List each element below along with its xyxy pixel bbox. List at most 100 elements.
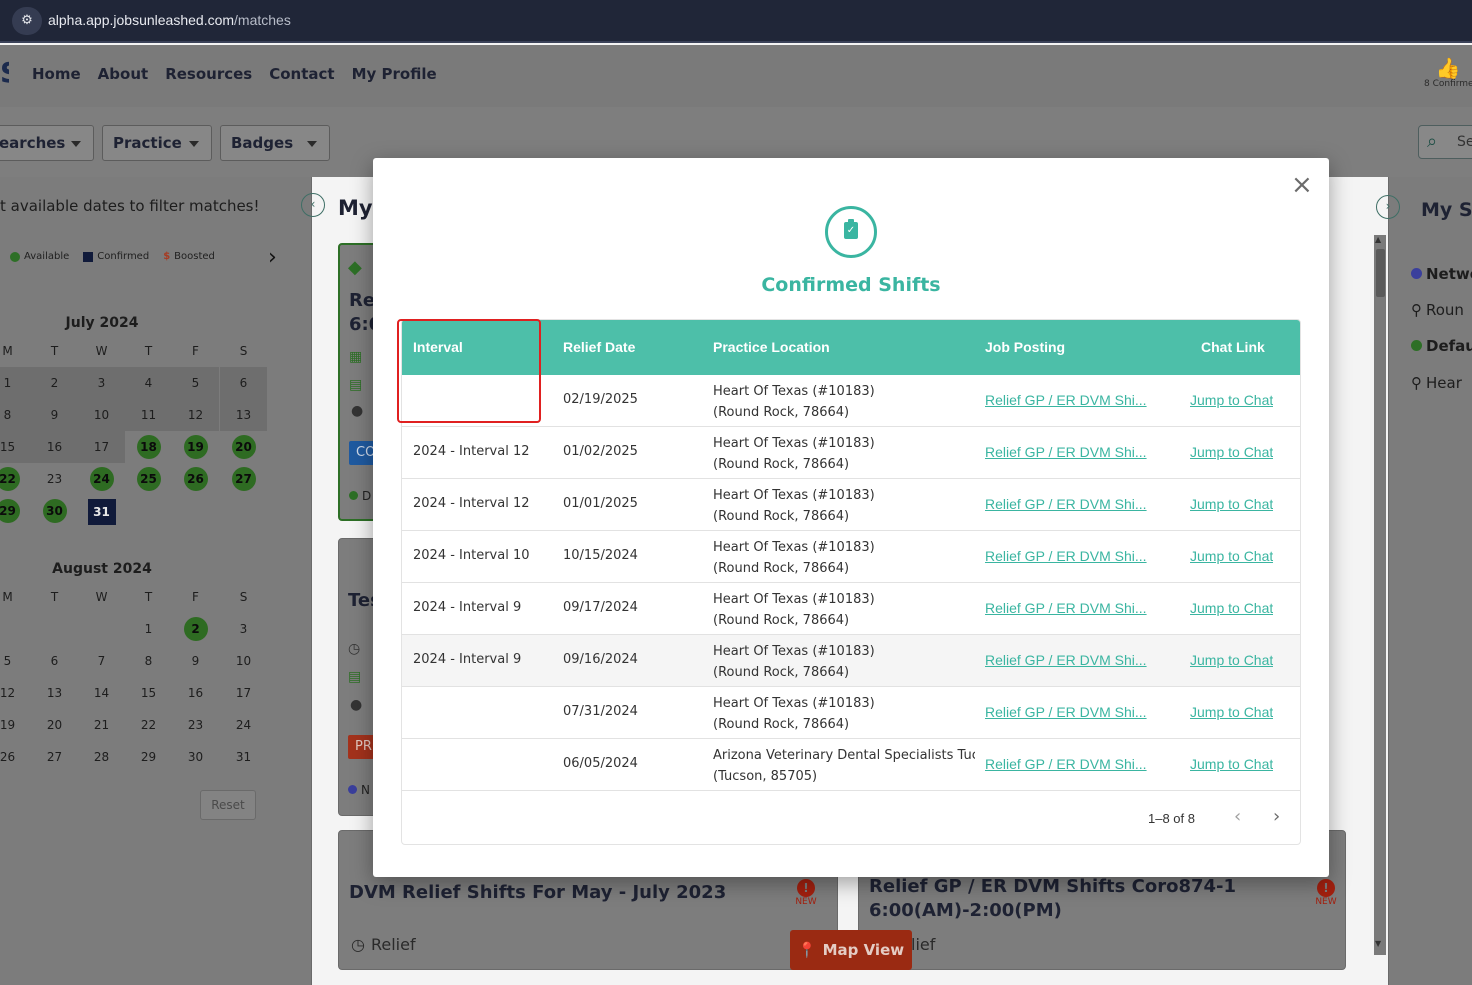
calendar-day[interactable]: 30 [172,741,219,773]
calendar-day[interactable]: 21 [78,709,125,741]
calendar-day[interactable]: 8 [0,399,31,431]
calendar-day[interactable]: 7 [78,645,125,677]
collapse-right-panel-button[interactable]: › [1376,195,1400,219]
nav-resources[interactable]: Resources [165,65,252,83]
job-posting-link[interactable]: Relief GP / ER DVM Shi... [985,548,1153,564]
calendar-day[interactable]: 24 [78,463,125,495]
calendar-day[interactable]: 10 [220,645,267,677]
calendar-day[interactable]: 10 [78,399,125,431]
calendar-day[interactable]: 23 [172,709,219,741]
jump-to-chat-link[interactable]: Jump to Chat [1190,392,1273,408]
calendar-day[interactable]: 31 [220,741,267,773]
job-posting-link[interactable]: Relief GP / ER DVM Shi... [985,600,1153,616]
calendar-day[interactable]: 13 [220,399,267,431]
nav-my-profile[interactable]: My Profile [352,65,437,83]
site-settings-icon[interactable]: ⚙ [12,7,42,35]
calendar-day[interactable]: 26 [172,463,219,495]
job-posting-link[interactable]: Relief GP / ER DVM Shi... [985,704,1153,720]
calendar-day[interactable]: 9 [31,399,78,431]
calendar-day[interactable]: 1 [0,367,31,399]
nav-about[interactable]: About [98,65,149,83]
calendar-day[interactable]: 1 [125,613,172,645]
calendar-day[interactable]: 3 [220,613,267,645]
job-posting-link[interactable]: Relief GP / ER DVM Shi... [985,756,1153,772]
jump-to-chat-link[interactable]: Jump to Chat [1190,652,1273,668]
calendar-day[interactable]: 26 [0,741,31,773]
job-posting-link[interactable]: Relief GP / ER DVM Shi... [985,652,1153,668]
nav-home[interactable]: Home [32,65,81,83]
jump-to-chat-link[interactable]: Jump to Chat [1190,704,1273,720]
job-posting-link[interactable]: Relief GP / ER DVM Shi... [985,392,1153,408]
chevron-right-icon[interactable]: › [1273,806,1280,827]
jump-to-chat-link[interactable]: Jump to Chat [1190,756,1273,772]
searches-dropdown[interactable]: earches [0,125,94,161]
calendar-day[interactable]: 2 [172,613,219,645]
calendar-day[interactable]: 3 [78,367,125,399]
job-posting-link[interactable]: Relief GP / ER DVM Shi... [985,496,1153,512]
column-header-practice-location[interactable]: Practice Location [713,339,830,355]
collapse-left-panel-button[interactable]: ‹ [301,193,325,217]
badges-dropdown[interactable]: Badges [220,125,330,161]
calendar-day[interactable]: 20 [220,431,267,463]
practice-dropdown[interactable]: Practice [102,125,212,161]
calendar-day[interactable]: 18 [125,431,172,463]
scroll-up-icon[interactable]: ▲ [1375,235,1381,244]
calendar-day[interactable]: 9 [172,645,219,677]
calendar-day[interactable]: 5 [172,367,219,399]
calendar-day[interactable]: 25 [125,463,172,495]
jump-to-chat-link[interactable]: Jump to Chat [1190,600,1273,616]
scroll-down-icon[interactable]: ▼ [1375,939,1381,948]
calendar-day[interactable]: 17 [220,677,267,709]
calendar-day[interactable]: 2 [31,367,78,399]
calendar-day[interactable]: 16 [31,431,78,463]
calendar-day[interactable]: 6 [31,645,78,677]
logo[interactable]: S [0,59,9,93]
jump-to-chat-link[interactable]: Jump to Chat [1190,444,1273,460]
close-icon[interactable]: × [1291,170,1313,200]
column-header-chat-link[interactable]: Chat Link [1201,339,1265,355]
calendar-day[interactable]: 27 [220,463,267,495]
calendar-day[interactable]: 20 [31,709,78,741]
column-header-relief-date[interactable]: Relief Date [563,339,635,355]
calendar-day[interactable]: 11 [125,399,172,431]
calendar-day[interactable]: 12 [172,399,219,431]
calendar-day[interactable]: 22 [125,709,172,741]
calendar-day[interactable]: 13 [31,677,78,709]
calendar-day[interactable]: 30 [31,495,78,527]
calendar-day[interactable]: 28 [78,741,125,773]
job-posting-link[interactable]: Relief GP / ER DVM Shi... [985,444,1153,460]
calendar-day[interactable]: 24 [220,709,267,741]
calendar-day[interactable]: 19 [172,431,219,463]
reset-button[interactable]: Reset [200,790,256,820]
calendar-day[interactable]: 15 [125,677,172,709]
calendar-day[interactable]: 17 [78,431,125,463]
calendar-day[interactable]: 29 [0,495,31,527]
confirmed-shifts-widget[interactable]: 👍 8 Confirmed [1424,57,1472,97]
calendar-day[interactable]: 19 [0,709,31,741]
calendar-day[interactable]: 27 [31,741,78,773]
url-field[interactable]: alpha.app.jobsunleashed.com/matches [48,12,291,28]
jump-to-chat-link[interactable]: Jump to Chat [1190,496,1273,512]
calendar-day[interactable]: 22 [0,463,31,495]
calendar-day[interactable]: 31 [78,495,125,527]
calendar-day[interactable]: 15 [0,431,31,463]
calendar-day[interactable]: 23 [31,463,78,495]
calendar-day[interactable]: 12 [0,677,31,709]
calendar-day[interactable]: 8 [125,645,172,677]
saved-search-item[interactable]: Netwo [1411,265,1472,283]
column-header-job-posting[interactable]: Job Posting [985,339,1065,355]
search-input[interactable]: ⌕ Se [1418,125,1472,159]
calendar-day[interactable]: 6 [220,367,267,399]
nav-contact[interactable]: Contact [269,65,334,83]
calendar-day[interactable]: 5 [0,645,31,677]
saved-search-item[interactable]: Defaul [1411,337,1472,355]
scrollbar[interactable]: ▲ ▼ [1374,235,1386,955]
calendar-day[interactable]: 16 [172,677,219,709]
calendar-day[interactable]: 14 [78,677,125,709]
calendar-day[interactable]: 4 [125,367,172,399]
chevron-left-icon[interactable]: ‹ [1234,806,1241,827]
calendar-next-arrow-icon[interactable]: › [268,245,277,270]
map-view-button[interactable]: 📍 Map View [790,930,912,970]
jump-to-chat-link[interactable]: Jump to Chat [1190,548,1273,564]
scrollbar-thumb[interactable] [1376,249,1385,297]
